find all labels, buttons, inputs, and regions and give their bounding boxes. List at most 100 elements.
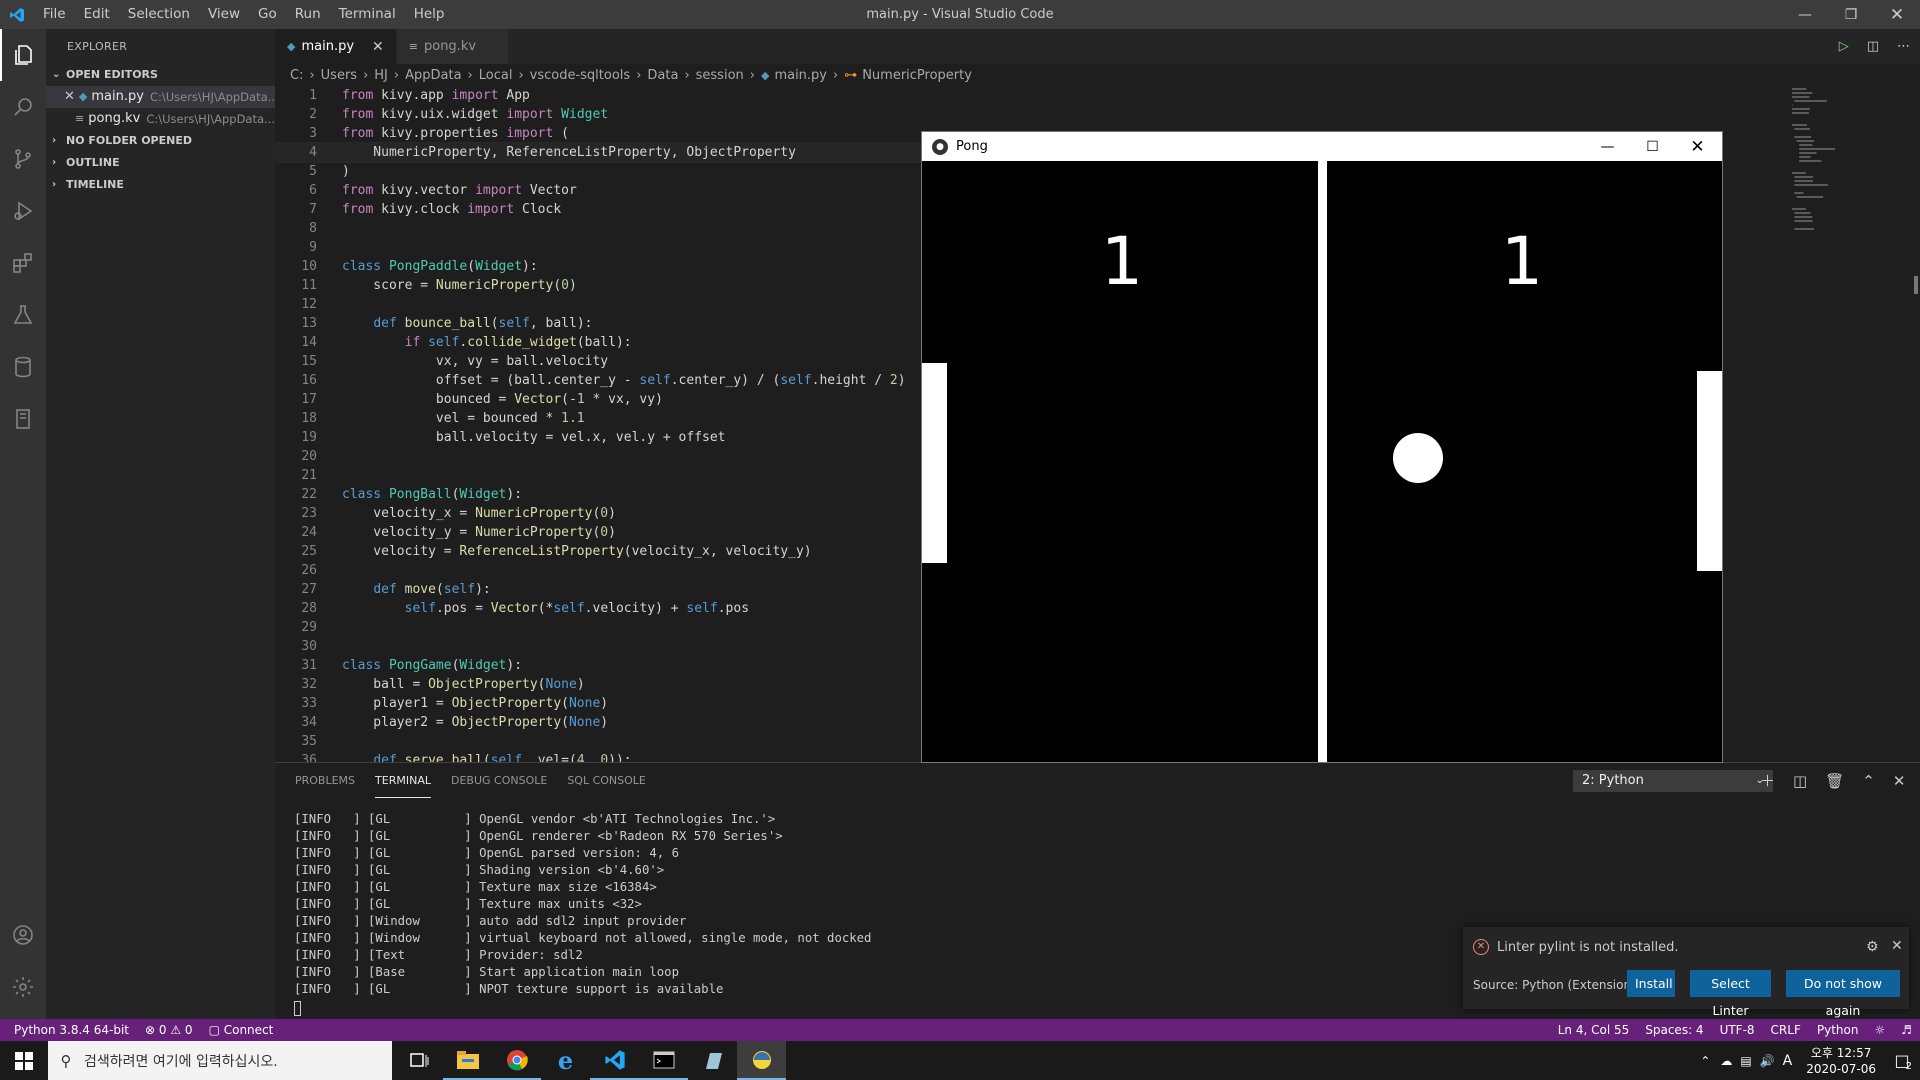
outline-section[interactable]: › OUTLINE xyxy=(46,152,275,174)
code-line[interactable]: 10 class PongPaddle(Widget): xyxy=(275,257,925,276)
extensions-icon[interactable] xyxy=(0,237,46,289)
run-debug-icon[interactable] xyxy=(0,185,46,237)
code-line[interactable]: 25 velocity = ReferenceListProperty(velo… xyxy=(275,542,925,561)
code-line[interactable]: 23 velocity_x = NumericProperty(0) xyxy=(275,504,925,523)
breadcrumb-item[interactable]: Data xyxy=(647,68,678,83)
breadcrumb-item[interactable]: AppData xyxy=(405,68,461,83)
menu-go[interactable]: Go xyxy=(249,0,286,29)
ime-indicator[interactable]: A xyxy=(1783,1053,1793,1069)
code-editor[interactable]: 1 from kivy.app import App 2 from kivy.uix.… xyxy=(275,86,925,762)
menu-view[interactable]: View xyxy=(199,0,249,29)
search-icon[interactable] xyxy=(0,81,46,133)
close-icon[interactable]: ✕ xyxy=(64,86,75,108)
code-line[interactable]: 32 ball = ObjectProperty(None) xyxy=(275,675,925,694)
source-control-icon[interactable] xyxy=(0,133,46,185)
notifications-bell-icon[interactable]: ♬ xyxy=(1893,1023,1920,1037)
terminal-output[interactable]: [INFO ] [GL ] OpenGL vendor <b'ATI Techn… xyxy=(294,811,871,998)
menu-terminal[interactable]: Terminal xyxy=(330,0,405,29)
new-terminal-icon[interactable]: ＋ xyxy=(1760,770,1775,791)
pong-minimize-button[interactable]: — xyxy=(1585,132,1630,161)
open-editor-main-py[interactable]: ✕ ◆ main.py C:\Users\HJ\AppData... xyxy=(46,86,275,108)
code-line[interactable]: 17 bounced = Vector(-1 * vx, vy) xyxy=(275,390,925,409)
language-mode[interactable]: Python xyxy=(1809,1023,1867,1037)
tab-sql-console[interactable]: SQL CONSOLE xyxy=(567,763,646,798)
code-line[interactable]: 4 NumericProperty, ReferenceListProperty… xyxy=(275,142,925,163)
select-linter-button[interactable]: Select Linter xyxy=(1690,970,1771,1018)
restore-button[interactable]: ❐ xyxy=(1828,0,1874,29)
code-line[interactable]: 34 player2 = ObjectProperty(None) xyxy=(275,713,925,732)
problems-indicator[interactable]: ⊗ 0 ⚠ 0 xyxy=(137,1023,201,1037)
split-terminal-icon[interactable]: ◫ xyxy=(1793,772,1807,790)
code-line[interactable]: 29 xyxy=(275,618,925,637)
code-line[interactable]: 33 player1 = ObjectProperty(None) xyxy=(275,694,925,713)
code-line[interactable]: 2 from kivy.uix.widget import Widget xyxy=(275,105,925,124)
clock[interactable]: 오후 12:57 2020-07-06 xyxy=(1806,1045,1876,1077)
breadcrumb-item[interactable]: HJ xyxy=(374,68,388,83)
tab-main-py[interactable]: ◆ main.py ✕ xyxy=(275,29,397,64)
volume-icon[interactable]: 🔊 xyxy=(1760,1054,1775,1068)
breadcrumb-item[interactable]: Users xyxy=(321,68,357,83)
windows-start-icon[interactable] xyxy=(0,1041,48,1080)
tab-terminal[interactable]: TERMINAL xyxy=(375,763,431,798)
sql-connect[interactable]: ▢ Connect xyxy=(201,1023,282,1037)
code-line[interactable]: 15 vx, vy = ball.velocity xyxy=(275,352,925,371)
code-line[interactable]: 5) xyxy=(275,162,925,181)
open-editor-pong-kv[interactable]: ≡ pong.kv C:\Users\HJ\AppData... xyxy=(46,108,275,130)
breadcrumb-item[interactable]: main.py xyxy=(774,68,827,83)
settings-gear-icon[interactable] xyxy=(0,961,46,1013)
code-line[interactable]: 28 self.pos = Vector(*self.velocity) + s… xyxy=(275,599,925,618)
file-explorer-icon[interactable] xyxy=(443,1041,492,1080)
notebook-icon[interactable] xyxy=(0,393,46,445)
encoding[interactable]: UTF-8 xyxy=(1712,1023,1763,1037)
open-editors-section[interactable]: ⌄ OPEN EDITORS xyxy=(46,64,275,86)
code-line[interactable]: 11 score = NumericProperty(0) xyxy=(275,276,925,295)
notification-close-icon[interactable]: ✕ xyxy=(1891,938,1903,954)
code-line[interactable]: 3 from kivy.properties import ( xyxy=(275,124,925,143)
no-folder-section[interactable]: › NO FOLDER OPENED xyxy=(46,130,275,152)
app-taskbar-icon[interactable] xyxy=(688,1041,737,1080)
python-taskbar-icon[interactable] xyxy=(737,1041,786,1080)
vscode-taskbar-icon[interactable] xyxy=(590,1041,639,1080)
internet-explorer-icon[interactable]: e xyxy=(541,1041,590,1080)
breadcrumb-item[interactable]: Local xyxy=(479,68,513,83)
code-line[interactable]: 24 velocity_y = NumericProperty(0) xyxy=(275,523,925,542)
terminal-select[interactable]: 2: Python ⌄ xyxy=(1573,770,1773,792)
code-line[interactable]: 27 def move(self): xyxy=(275,580,925,599)
code-line[interactable]: 18 vel = bounced * 1.1 xyxy=(275,409,925,428)
code-line[interactable]: 14 if self.collide_widget(ball): xyxy=(275,333,925,352)
database-icon[interactable] xyxy=(0,341,46,393)
timeline-section[interactable]: › TIMELINE xyxy=(46,174,275,196)
menu-help[interactable]: Help xyxy=(405,0,454,29)
code-line[interactable]: 12 xyxy=(275,295,925,314)
minimap[interactable] xyxy=(1790,86,1915,246)
code-line[interactable]: 13 def bounce_ball(self, ball): xyxy=(275,314,925,333)
breadcrumb-item[interactable]: session xyxy=(696,68,744,83)
code-line[interactable]: 7 from kivy.clock import Clock xyxy=(275,200,925,219)
tab-problems[interactable]: PROBLEMS xyxy=(295,763,355,798)
live-share-icon[interactable]: ☼ xyxy=(1866,1023,1893,1037)
more-actions-icon[interactable]: ⋯ xyxy=(1897,39,1910,54)
pong-maximize-button[interactable]: ☐ xyxy=(1630,132,1675,161)
install-button[interactable]: Install xyxy=(1627,970,1675,997)
menu-file[interactable]: File xyxy=(34,0,75,29)
code-line[interactable]: 19 ball.velocity = vel.x, vel.y + offset xyxy=(275,428,925,447)
code-line[interactable]: 31 class PongGame(Widget): xyxy=(275,656,925,675)
tab-close-icon[interactable]: ✕ xyxy=(372,39,384,55)
code-line[interactable]: 9 xyxy=(275,238,925,257)
task-view-icon[interactable] xyxy=(394,1041,443,1080)
explorer-icon[interactable] xyxy=(0,29,46,81)
breadcrumb-item[interactable]: NumericProperty xyxy=(862,68,972,83)
breadcrumb-item[interactable]: C: xyxy=(290,68,303,83)
code-line[interactable]: 30 xyxy=(275,637,925,656)
pong-game-field[interactable]: 1 1 xyxy=(922,161,1722,762)
code-line[interactable]: 35 xyxy=(275,732,925,751)
minimize-button[interactable]: — xyxy=(1782,0,1828,29)
close-panel-icon[interactable]: ✕ xyxy=(1893,772,1906,790)
scrollbar-thumb[interactable] xyxy=(1914,276,1918,294)
code-line[interactable]: 1 from kivy.app import App xyxy=(275,86,925,105)
code-line[interactable]: 20 xyxy=(275,447,925,466)
taskbar-search-box[interactable]: ⚲ 검색하려면 여기에 입력하십시오. xyxy=(48,1041,392,1080)
code-line[interactable]: 16 offset = (ball.center_y - self.center… xyxy=(275,371,925,390)
code-line[interactable]: 22 class PongBall(Widget): xyxy=(275,485,925,504)
editor-scrollbar[interactable] xyxy=(1912,86,1920,762)
